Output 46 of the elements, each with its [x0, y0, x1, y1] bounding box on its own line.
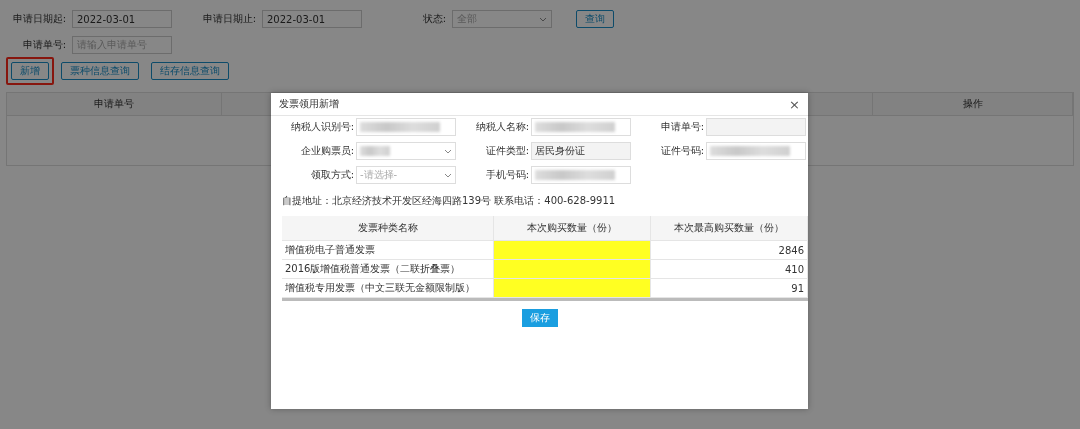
column-header: 本次购买数量（份） [527, 221, 617, 235]
field-label: 证件类型: [484, 144, 529, 158]
close-button[interactable]: × [789, 96, 800, 112]
column-header: 申请单号 [94, 97, 134, 111]
chevron-down-icon [444, 172, 452, 178]
chevron-down-icon [539, 16, 547, 22]
field-label: 申请日期止: [201, 12, 256, 26]
column-header: 操作 [962, 97, 983, 111]
action-button[interactable]: 新增 [11, 62, 49, 80]
blurred-field[interactable] [706, 142, 806, 160]
field-label: 证件号码: [659, 144, 704, 158]
quantity-input[interactable] [494, 241, 651, 259]
input-field[interactable]: 2022-03-01 [72, 10, 172, 28]
save-button[interactable]: 保存 [521, 309, 558, 327]
table-cell: 增值税电子普通发票 [285, 243, 375, 257]
blurred-field[interactable] [531, 118, 631, 136]
field-label: 手机号码: [484, 168, 529, 182]
field-label: 纳税人识别号: [289, 120, 354, 134]
column-header: 发票种类名称 [357, 221, 418, 235]
chevron-down-icon [444, 148, 452, 154]
blurred-field[interactable] [356, 118, 456, 136]
address-note: 自提地址：北京经济技术开发区经海四路139号 联系电话：400-628-9911 [282, 194, 617, 208]
field-label: 纳税人名称: [474, 120, 529, 134]
quantity-input[interactable] [494, 260, 651, 278]
blurred-field[interactable] [531, 166, 631, 184]
table-cell: 2846 [778, 244, 804, 256]
action-button[interactable]: 结存信息查询 [151, 62, 229, 80]
field-label: 申请单号: [21, 38, 66, 52]
table-cell: 增值税专用发票（中文三联无金额限制版） [285, 281, 475, 295]
action-button[interactable]: 票种信息查询 [61, 62, 139, 80]
table-cell: 410 [784, 263, 804, 275]
field-label: 申请单号: [659, 120, 704, 134]
field-label: 领取方式: [309, 168, 354, 182]
table-cell: 2016版增值税普通发票（二联折叠票） [285, 262, 461, 276]
table-cell: 91 [791, 282, 804, 294]
column-header: 本次最高购买数量（份） [674, 221, 784, 235]
blurred-select[interactable] [356, 142, 456, 160]
input-field[interactable]: 2022-03-01 [262, 10, 362, 28]
readonly-field: 居民身份证 [531, 142, 631, 160]
quantity-input[interactable] [494, 279, 651, 297]
field-label: 状态: [421, 12, 446, 26]
search-button[interactable]: 查询 [576, 10, 614, 28]
field-label: 企业购票员: [299, 144, 354, 158]
select-field[interactable]: -请选择- [356, 166, 456, 184]
field-label: 申请日期起: [11, 12, 66, 26]
dialog-title: 发票领用新增 [279, 97, 339, 111]
